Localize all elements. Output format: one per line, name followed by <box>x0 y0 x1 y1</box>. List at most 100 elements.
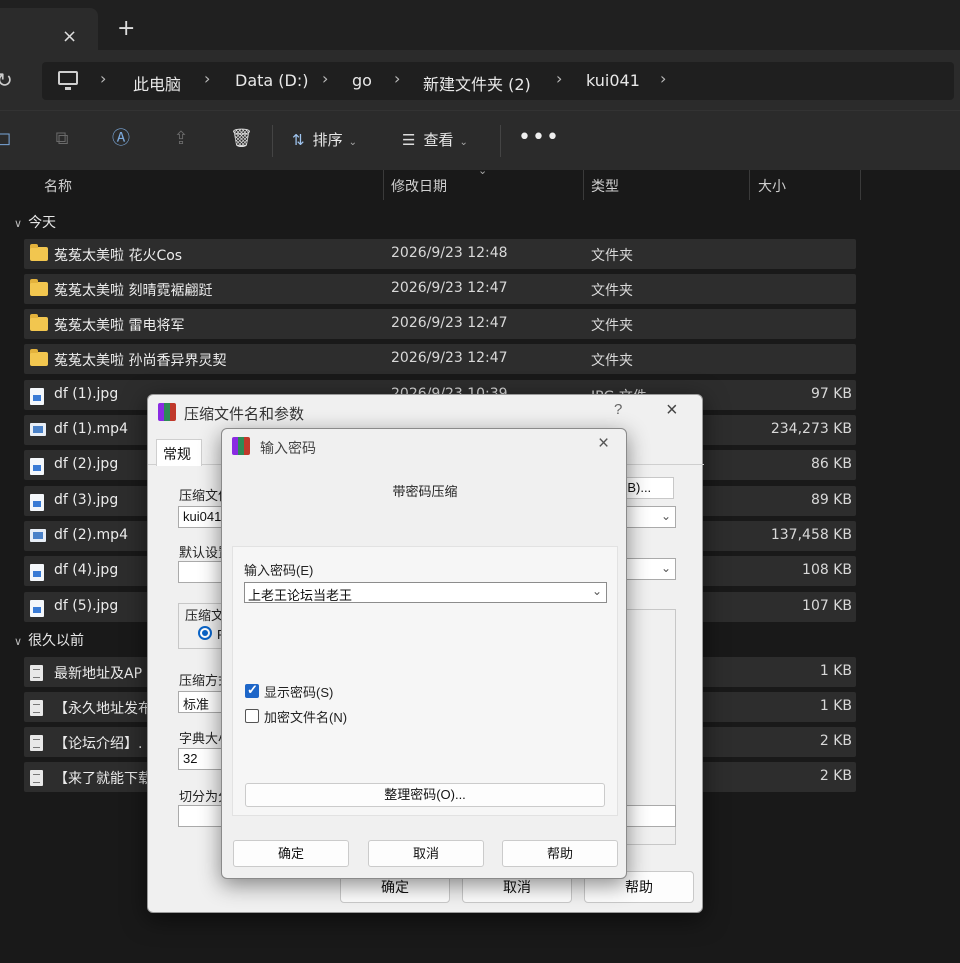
manage-passwords-button[interactable]: 整理密码(O)... <box>245 783 605 807</box>
chevron-right-icon[interactable]: › <box>556 69 562 88</box>
tab-bar: × + <box>0 0 960 50</box>
file-name: df (5).jpg <box>54 598 119 614</box>
enter-password-dialog: 输入密码 × 带密码压缩 输入密码(E) 上老王论坛当老王 ⌄ 显示密码(S) … <box>221 428 627 879</box>
chevron-down-icon[interactable]: ⌄ <box>592 584 602 598</box>
column-type[interactable]: 类型 <box>591 176 619 196</box>
chevron-down-icon: ⌄ <box>459 137 468 148</box>
toolbar-divider <box>272 125 273 157</box>
file-name: 【永久地址发布 <box>54 701 152 717</box>
more-options-icon[interactable]: ••• <box>518 125 560 150</box>
breadcrumb-current[interactable]: kui041 <box>586 71 640 90</box>
close-icon[interactable]: × <box>598 433 609 455</box>
chevron-right-icon[interactable]: › <box>100 69 106 88</box>
new-icon[interactable]: ◻ <box>0 129 14 149</box>
dialog-title: 压缩文件名和参数 <box>184 406 305 423</box>
address-bar[interactable]: › 此电脑 › Data (D:) › go › 新建文件夹 (2) › kui… <box>42 62 954 100</box>
file-name: df (4).jpg <box>54 562 119 578</box>
chevron-right-icon[interactable]: › <box>394 69 400 88</box>
folder-icon <box>30 279 48 296</box>
breadcrumb-go[interactable]: go <box>352 71 372 90</box>
column-divider[interactable] <box>749 170 750 200</box>
column-divider[interactable] <box>383 170 384 200</box>
ok-button[interactable]: 确定 <box>233 840 349 867</box>
file-size: 1 KB <box>819 663 852 679</box>
cancel-button[interactable]: 取消 <box>368 840 484 867</box>
password-input[interactable]: 上老王论坛当老王 ⌄ <box>244 582 607 603</box>
chevron-down-icon: ⌄ <box>348 137 357 148</box>
group-label: 很久以前 <box>28 633 85 649</box>
file-row[interactable]: 菟菟太美啦 雷电将军 2026/9/23 12:47 文件夹 <box>24 309 856 339</box>
video-file-icon <box>30 423 46 436</box>
file-size: 137,458 KB <box>770 527 852 543</box>
column-name[interactable]: 名称 <box>44 176 72 196</box>
tab-general[interactable]: 常规 <box>156 439 202 466</box>
breadcrumb-this-pc[interactable]: 此电脑 <box>133 71 181 95</box>
chevron-right-icon[interactable]: › <box>660 69 666 88</box>
encrypt-filenames-checkbox[interactable] <box>245 709 259 723</box>
enter-password-label: 输入密码(E) <box>244 563 314 578</box>
image-file-icon <box>30 458 44 475</box>
text-file-icon <box>30 770 43 786</box>
toolbar-divider <box>500 125 501 157</box>
file-size: 89 KB <box>810 492 852 508</box>
show-password-label: 显示密码(S) <box>264 685 334 700</box>
chevron-down-icon: ∨ <box>14 635 23 648</box>
column-modified[interactable]: 修改日期 <box>391 176 447 196</box>
column-size[interactable]: 大小 <box>758 176 786 196</box>
winrar-icon <box>158 403 176 421</box>
dialog-heading: 带密码压缩 <box>392 484 458 499</box>
share-icon[interactable]: ⇪ <box>171 129 191 149</box>
file-date: 2026/9/23 12:47 <box>391 315 508 331</box>
breadcrumb-folder[interactable]: 新建文件夹 (2) <box>423 71 531 95</box>
image-file-icon <box>30 564 44 581</box>
text-file-icon <box>30 735 43 751</box>
file-row[interactable]: 菟菟太美啦 孙尚香异界灵契 2026/9/23 12:47 文件夹 <box>24 344 856 374</box>
column-divider[interactable] <box>583 170 584 200</box>
column-divider[interactable] <box>860 170 861 200</box>
sort-icon: ⇅ <box>292 131 305 149</box>
text-file-icon <box>30 665 43 681</box>
copy-icon[interactable]: ⧉ <box>52 129 72 149</box>
help-button[interactable]: 帮助 <box>502 840 618 867</box>
file-name: 【论坛介绍】. <box>54 736 143 752</box>
close-tab-icon[interactable]: × <box>62 26 77 47</box>
file-name: df (2).mp4 <box>54 527 128 543</box>
file-row[interactable]: 菟菟太美啦 刻晴霓裾翩跹 2026/9/23 12:47 文件夹 <box>24 274 856 304</box>
format-radio[interactable] <box>198 626 212 640</box>
view-button[interactable]: ☰ 查看 ⌄ <box>402 129 468 150</box>
file-type: 文件夹 <box>591 353 633 369</box>
view-icon: ☰ <box>402 131 416 149</box>
chevron-down-icon: ⌄ <box>660 561 671 575</box>
show-password-checkbox[interactable] <box>245 682 259 698</box>
chevron-right-icon[interactable]: › <box>322 69 328 88</box>
file-name: df (3).jpg <box>54 492 119 508</box>
file-name: df (1).jpg <box>54 386 119 402</box>
sort-indicator-icon: ⌄ <box>478 164 488 177</box>
breadcrumb-drive[interactable]: Data (D:) <box>235 71 308 90</box>
command-bar: ◻ ⧉ Ⓐ ⇪ 🗑 ⇅ 排序 ⌄ ☰ 查看 ⌄ ••• <box>0 110 960 170</box>
dialog-title: 输入密码 <box>260 440 316 456</box>
group-header-today[interactable]: ∨ 今天 <box>14 212 56 232</box>
group-header-long-ago[interactable]: ∨ 很久以前 <box>14 630 84 650</box>
tab-active[interactable]: × <box>0 8 98 50</box>
file-size: 108 KB <box>802 562 852 578</box>
file-name: df (1).mp4 <box>54 421 128 437</box>
file-size: 2 KB <box>819 768 852 784</box>
close-icon[interactable]: × <box>666 399 678 422</box>
file-type: 文件夹 <box>591 318 633 334</box>
delete-icon[interactable]: 🗑 <box>230 129 253 149</box>
chevron-down-icon: ∨ <box>14 217 23 230</box>
text-file-icon <box>30 700 43 716</box>
help-icon[interactable]: ? <box>614 401 622 418</box>
refresh-icon[interactable]: ↻ <box>0 68 13 92</box>
winrar-icon <box>232 437 250 455</box>
archive-format-label: 压缩文 <box>185 608 225 623</box>
encrypt-filenames-label: 加密文件名(N) <box>264 710 348 725</box>
file-name: df (2).jpg <box>54 456 119 472</box>
file-type: 文件夹 <box>591 248 633 264</box>
chevron-right-icon[interactable]: › <box>204 69 210 88</box>
new-tab-icon[interactable]: + <box>117 16 135 41</box>
file-row[interactable]: 菟菟太美啦 花火Cos 2026/9/23 12:48 文件夹 <box>24 239 856 269</box>
sort-button[interactable]: ⇅ 排序 ⌄ <box>292 129 357 150</box>
rename-icon[interactable]: Ⓐ <box>111 129 131 149</box>
